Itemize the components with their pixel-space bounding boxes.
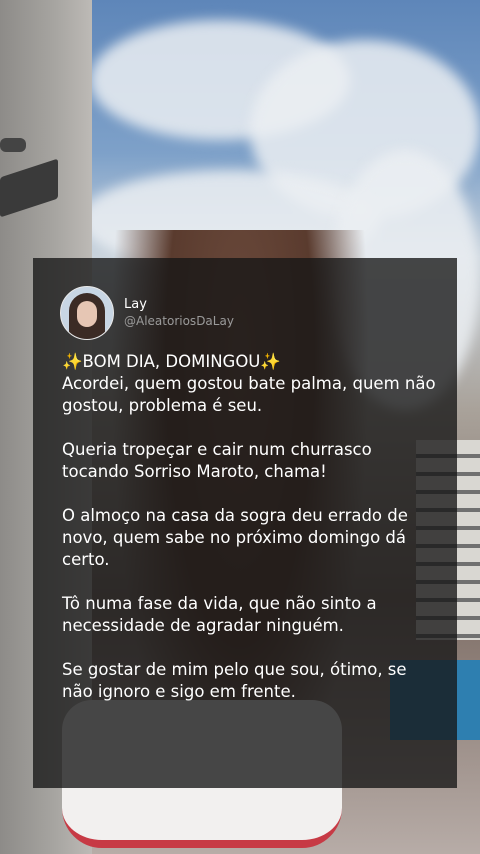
shower-pipe [0, 138, 26, 152]
profile-avatar[interactable] [60, 286, 114, 340]
tweet-line-5: Se gostar de mim pelo que sou, ótimo, se… [62, 660, 407, 701]
author-handle[interactable]: @AleatoriosDaLay [124, 314, 234, 329]
sparkles-icon: ✨ [260, 352, 281, 371]
tweet-text: ✨BOM DIA, DOMINGOU✨ Acordei, quem gostou… [62, 351, 442, 725]
tweet-line-2: Queria tropeçar e cair num churrasco toc… [62, 440, 372, 481]
headline-text: BOM DIA, DOMINGOU [82, 352, 261, 371]
tweet-line-4: Tô numa fase da vida, que não sinto a ne… [62, 594, 377, 635]
sparkles-icon: ✨ [62, 352, 83, 371]
author-name[interactable]: Lay [124, 297, 234, 313]
tweet-card: Lay @AleatoriosDaLay ✨BOM DIA, DOMINGOU✨… [33, 258, 457, 788]
headline: ✨BOM DIA, DOMINGOU✨ [62, 351, 442, 373]
tweet-line-1: Acordei, quem gostou bate palma, quem nã… [62, 374, 436, 415]
tweet-header: Lay @AleatoriosDaLay [60, 286, 234, 340]
tweet-line-3: O almoço na casa da sogra deu errado de … [62, 506, 408, 569]
